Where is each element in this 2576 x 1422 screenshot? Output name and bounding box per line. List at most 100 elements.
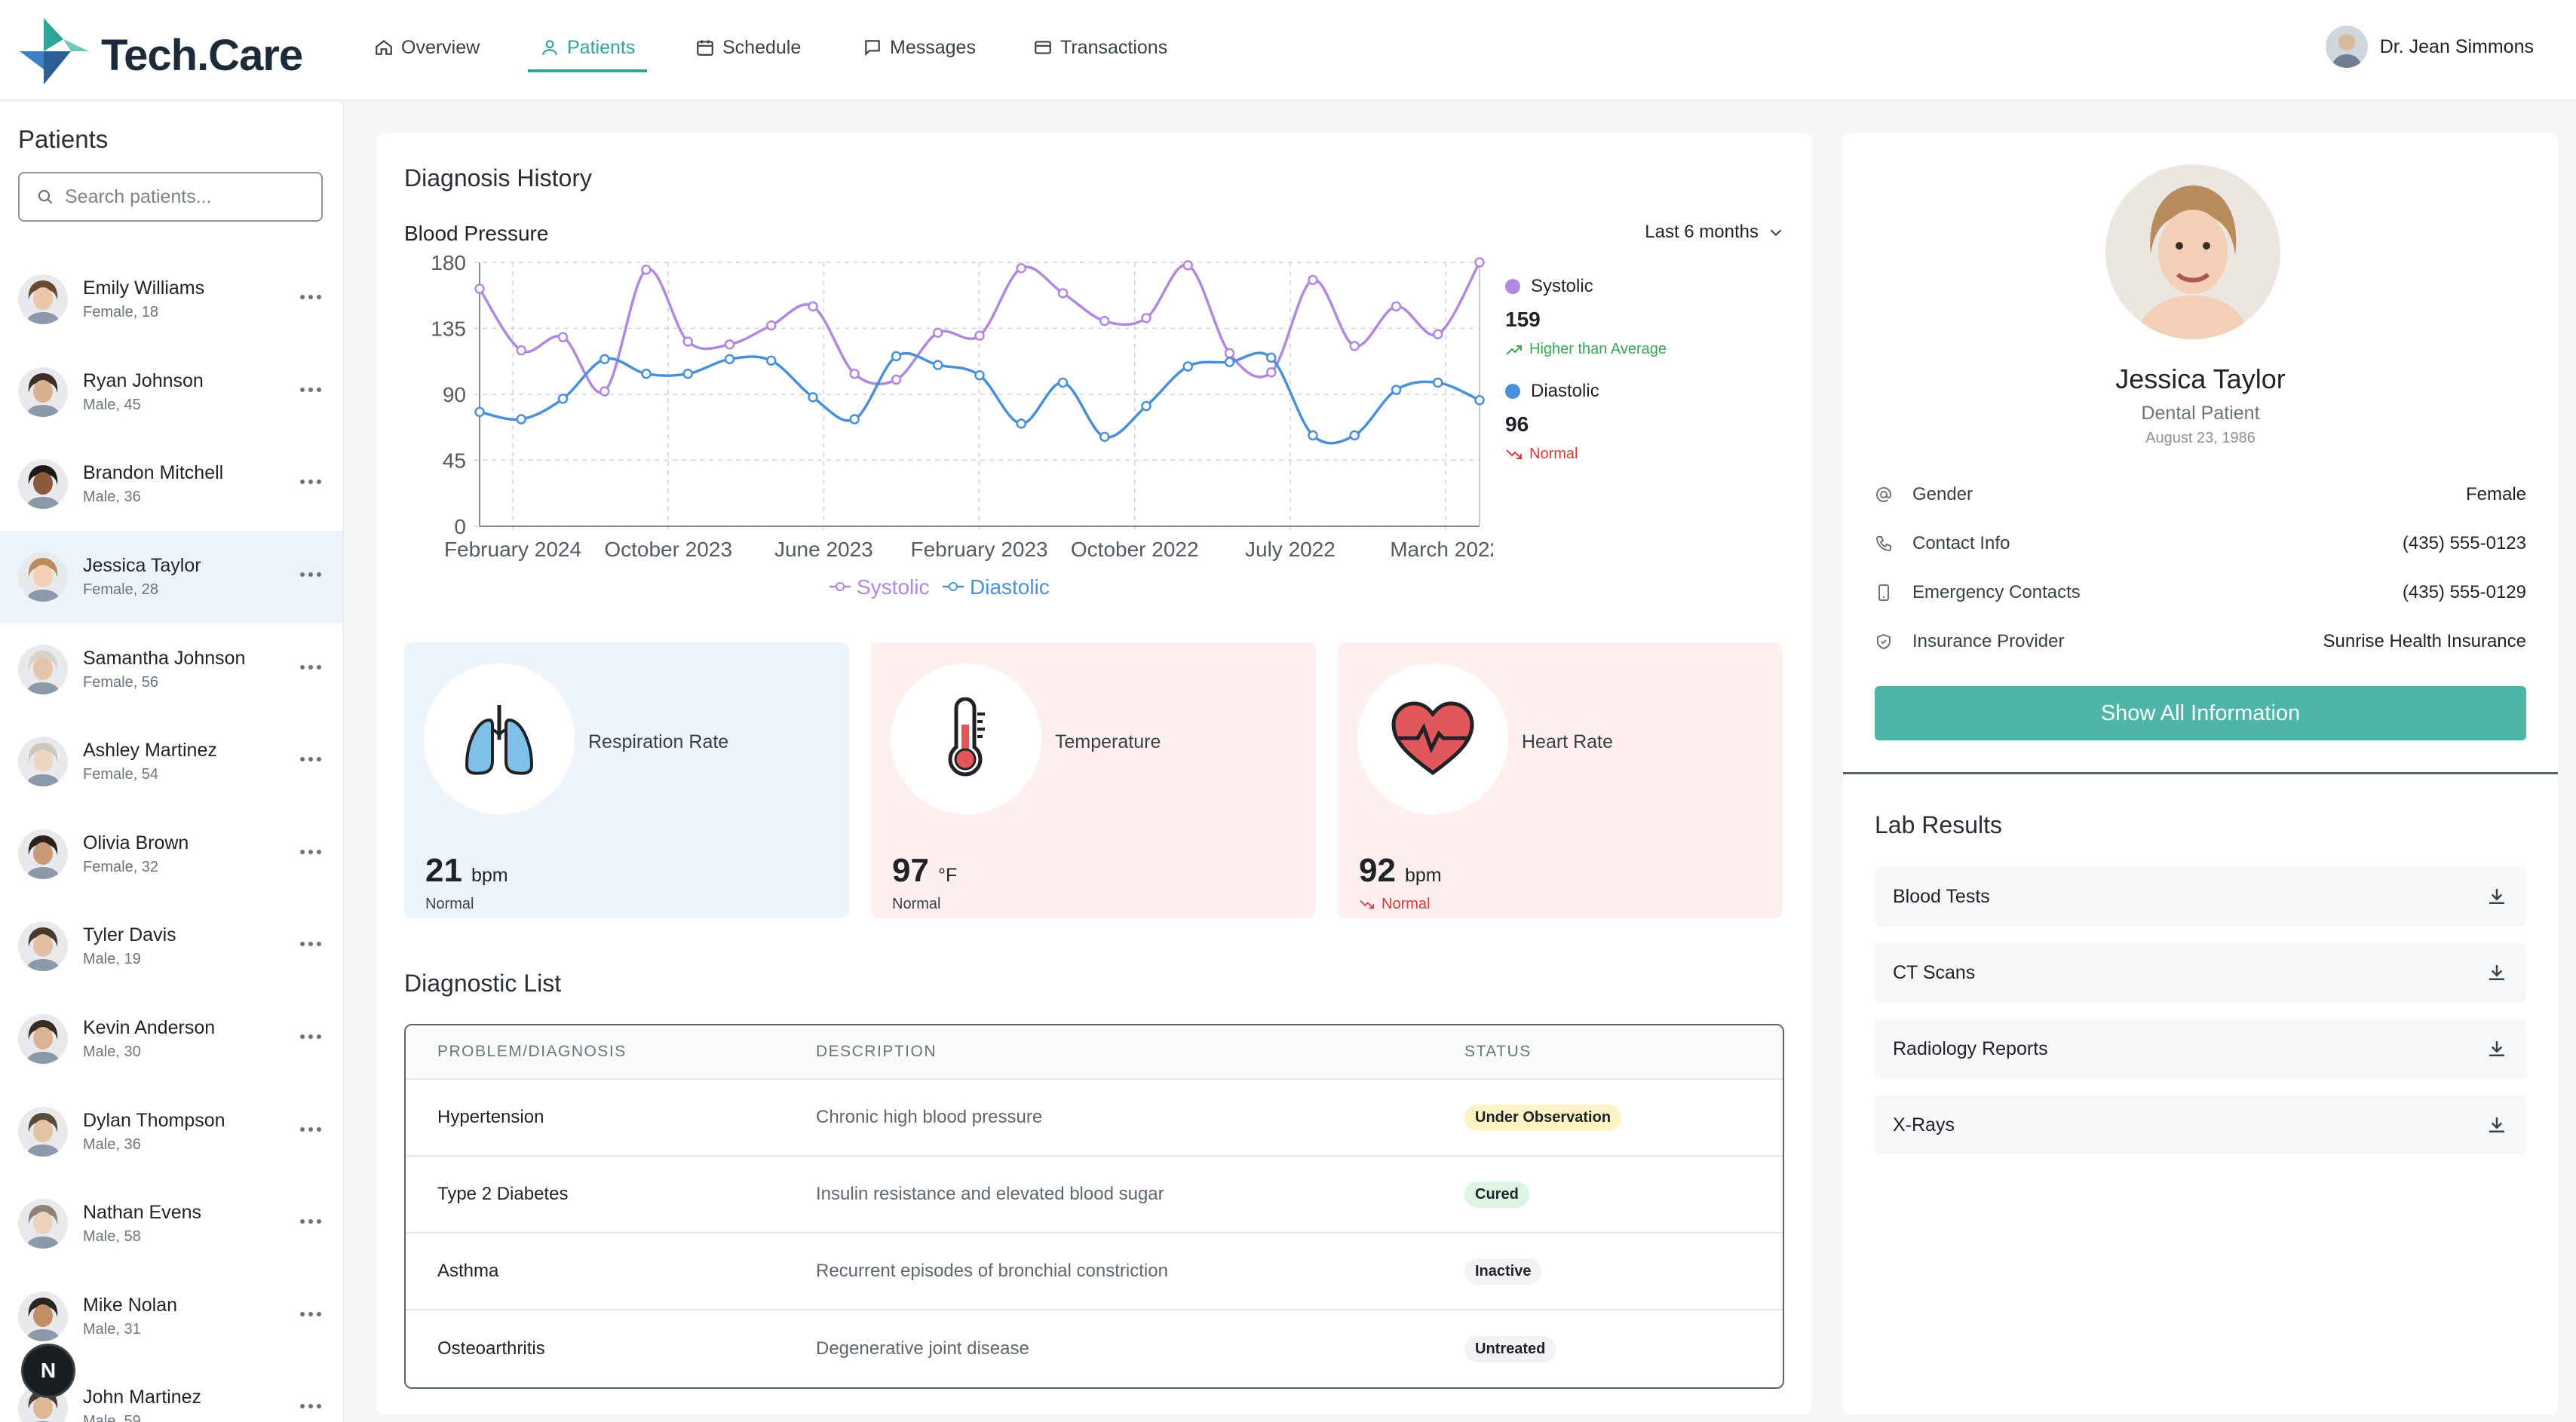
patient-list-item[interactable]: Emily Williams Female, 18 xyxy=(0,253,342,346)
info-label: Emergency Contacts xyxy=(1912,582,2081,602)
table-row[interactable]: Hypertension Chronic high blood pressure… xyxy=(406,1080,1783,1157)
patient-search[interactable] xyxy=(18,172,323,222)
lab-item-ct-scans[interactable]: CT Scans xyxy=(1875,943,2526,1002)
doctor-name: Dr. Jean Simmons xyxy=(2379,35,2534,57)
more-options-icon[interactable] xyxy=(300,1404,321,1409)
diastolic-point xyxy=(1141,400,1152,412)
lab-item-blood-tests[interactable]: Blood Tests xyxy=(1875,867,2526,926)
patient-meta: Male, 58 xyxy=(83,1228,141,1246)
systolic-point xyxy=(808,301,818,312)
problem-cell: Asthma xyxy=(437,1261,499,1281)
patient-avatar xyxy=(18,459,68,510)
nav-messages-label: Messages xyxy=(890,36,976,58)
floating-action-button[interactable]: N xyxy=(21,1344,75,1398)
show-all-information-button[interactable]: Show All Information xyxy=(1875,686,2526,740)
x-tick-label: February 2023 xyxy=(911,538,1048,561)
patient-list-item[interactable]: Tyler Davis Male, 19 xyxy=(0,900,342,993)
more-options-icon[interactable] xyxy=(300,1126,321,1132)
patient-list-item[interactable]: Brandon Mitchell Male, 36 xyxy=(0,438,342,531)
at-icon xyxy=(1876,486,1891,502)
x-tick-label: October 2023 xyxy=(604,538,732,561)
nav-transactions[interactable]: Transactions xyxy=(1033,23,1167,72)
patient-meta: Male, 30 xyxy=(83,1044,141,1061)
download-icon[interactable] xyxy=(2486,1037,2508,1060)
info-insurance: Insurance Provider Sunrise Health Insura… xyxy=(1875,627,2526,657)
more-options-icon[interactable] xyxy=(300,664,321,670)
info-gender: Gender Female xyxy=(1875,480,2526,510)
diastolic-point xyxy=(974,369,985,381)
download-icon[interactable] xyxy=(2486,885,2508,908)
more-options-icon[interactable] xyxy=(300,757,321,762)
lab-item-label: Radiology Reports xyxy=(1893,1037,2048,1059)
mobile-icon xyxy=(1878,584,1889,601)
patient-list-item[interactable]: Jessica Taylor Female, 28 xyxy=(0,530,342,624)
respiration-icon-wrap xyxy=(424,663,575,814)
systolic-point xyxy=(1308,274,1318,286)
calendar-icon xyxy=(697,40,713,56)
systolic-point xyxy=(682,336,693,347)
table-row[interactable]: Type 2 Diabetes Insulin resistance and e… xyxy=(406,1157,1783,1234)
more-options-icon[interactable] xyxy=(300,942,321,947)
bp-summary: Systolic 159 Higher than Average Diastol… xyxy=(1505,276,1667,463)
diastolic-point xyxy=(1182,361,1193,372)
patient-list-item[interactable]: Kevin Anderson Male, 30 xyxy=(0,993,342,1086)
patient-info: Nathan Evens Male, 58 xyxy=(83,1202,201,1246)
nav-patients[interactable]: Patients xyxy=(527,23,648,72)
patient-info: Samantha Johnson Female, 56 xyxy=(83,648,245,691)
patient-name: Ashley Martinez xyxy=(83,740,217,762)
diastolic-point xyxy=(933,360,943,370)
main-panel: Diagnosis History Blood Pressure Last 6 … xyxy=(377,133,1811,1414)
patient-list-item[interactable]: Samantha Johnson Female, 56 xyxy=(0,623,342,716)
nav-messages[interactable]: Messages xyxy=(863,23,976,72)
more-options-icon[interactable] xyxy=(300,480,321,485)
patient-list-item[interactable]: Olivia Brown Female, 32 xyxy=(0,808,342,901)
patient-list-item[interactable]: Dylan Thompson Male, 36 xyxy=(0,1085,342,1178)
more-options-icon[interactable] xyxy=(300,849,321,854)
patient-list-item[interactable]: Ashley Martinez Female, 54 xyxy=(0,716,342,808)
doctor-profile[interactable]: Dr. Jean Simmons xyxy=(2325,23,2534,71)
systolic-point xyxy=(1182,260,1193,271)
lab-item-x-rays[interactable]: X-Rays xyxy=(1875,1096,2526,1154)
more-options-icon[interactable] xyxy=(300,572,321,578)
more-options-icon[interactable] xyxy=(300,387,321,392)
info-label: Contact Info xyxy=(1912,533,2010,553)
download-icon[interactable] xyxy=(2486,961,2508,984)
systolic-label: Systolic xyxy=(1531,276,1593,296)
info-value: Sunrise Health Insurance xyxy=(2323,631,2526,651)
time-range-select[interactable]: Last 6 months xyxy=(1645,222,1784,243)
patient-name: Olivia Brown xyxy=(83,832,189,854)
download-icon[interactable] xyxy=(2486,1114,2508,1136)
more-options-icon[interactable] xyxy=(300,1034,321,1040)
trend-down-icon xyxy=(1360,899,1374,909)
status-badge: Inactive xyxy=(1464,1258,1542,1285)
patient-list-item[interactable]: Nathan Evens Male, 58 xyxy=(0,1178,342,1270)
patient-avatar xyxy=(18,274,68,325)
systolic-point xyxy=(1474,257,1485,268)
nav-schedule[interactable]: Schedule xyxy=(695,23,801,72)
phone-icon xyxy=(1875,536,1891,552)
patient-list-item[interactable]: Ryan Johnson Male, 45 xyxy=(0,346,342,439)
search-input[interactable] xyxy=(65,185,314,208)
brand-logo[interactable]: Tech.Care xyxy=(18,14,314,89)
nav-overview[interactable]: Overview xyxy=(374,23,480,72)
diagnostic-list-title: Diagnostic List xyxy=(404,970,562,997)
nav-patients-label: Patients xyxy=(567,36,636,58)
patient-meta: Male, 19 xyxy=(83,951,141,968)
problem-cell: Type 2 Diabetes xyxy=(437,1184,569,1204)
more-options-icon[interactable] xyxy=(300,1311,321,1316)
vital-label: Respiration Rate xyxy=(588,731,729,752)
more-options-icon[interactable] xyxy=(300,295,321,300)
patient-name: Nathan Evens xyxy=(83,1202,202,1224)
table-row[interactable]: Asthma Recurrent episodes of bronchial c… xyxy=(406,1234,1783,1310)
diastolic-note-text: Normal xyxy=(1529,446,1578,462)
more-options-icon[interactable] xyxy=(300,1219,321,1224)
systolic-point xyxy=(974,330,985,341)
credit-card-icon xyxy=(1035,41,1051,54)
diastolic-point xyxy=(1433,377,1443,388)
thermometer-icon xyxy=(948,697,985,777)
lab-item-radiology-reports[interactable]: Radiology Reports xyxy=(1875,1019,2526,1078)
patient-meta: Female, 18 xyxy=(83,304,159,321)
systolic-legend-label: Systolic xyxy=(857,575,929,599)
trend-down-icon xyxy=(1506,449,1522,459)
table-row[interactable]: Osteoarthritis Degenerative joint diseas… xyxy=(406,1310,1783,1387)
